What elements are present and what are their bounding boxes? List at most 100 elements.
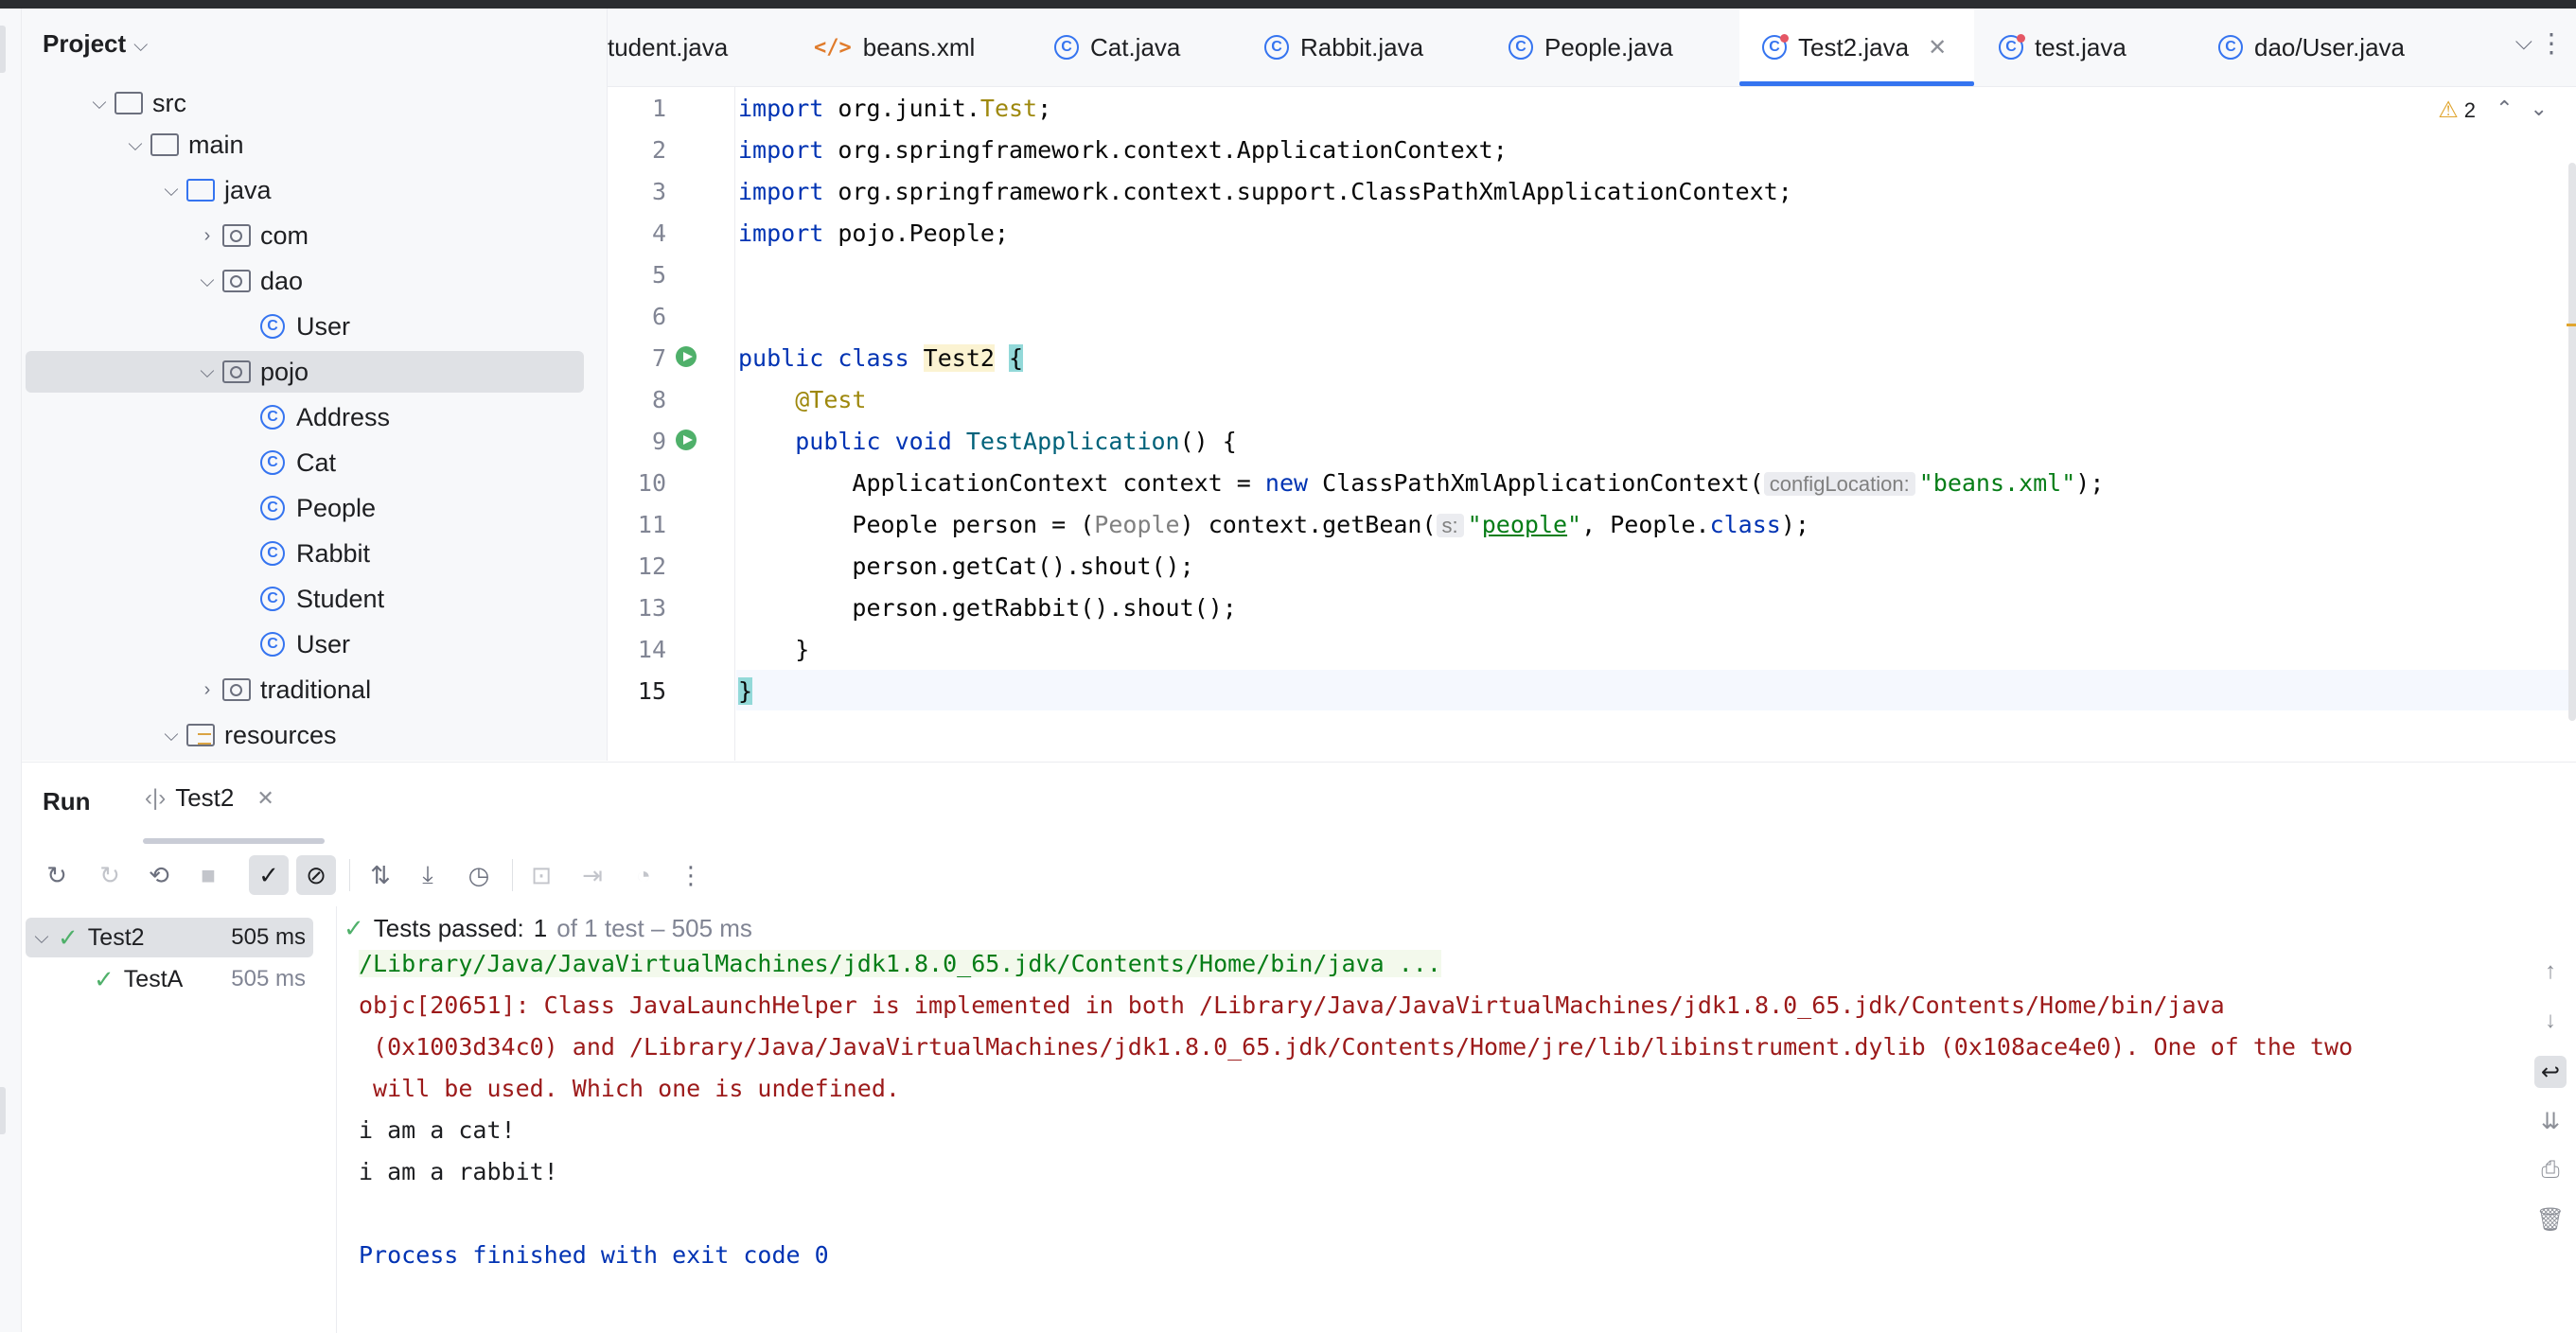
chevron-up-down-icon[interactable]: ⌃⌄ (2496, 96, 2565, 121)
package-icon (221, 358, 253, 386)
chevron-down-icon[interactable]: ⌵ (86, 93, 113, 114)
arrow-up-icon[interactable]: ↑ (2534, 956, 2567, 988)
tree-item-src[interactable]: ⌵ src (44, 82, 593, 124)
chevron-down-icon[interactable]: ⌵ (194, 361, 221, 383)
chevron-down-icon[interactable]: ⌵ (158, 725, 185, 746)
package-icon (221, 267, 253, 295)
stop-icon[interactable]: ■ (188, 855, 228, 895)
soft-wrap-icon[interactable]: ↩ (2534, 1056, 2567, 1088)
project-panel: Project ⌵ ⌵ src ⌵ main ⌵ java › com ⌵ da… (22, 9, 608, 761)
chevron-down-icon[interactable]: ⌵ (122, 134, 149, 156)
show-ignored-icon[interactable]: ⊘ (296, 855, 336, 895)
code-line: person.getRabbit().shout(); (852, 594, 1237, 622)
tool-window-indicator[interactable] (0, 1087, 6, 1134)
chevron-right-icon[interactable]: › (194, 679, 221, 701)
tree-item-main[interactable]: ⌵ main (44, 124, 593, 166)
tree-item-label: Cat (296, 447, 337, 477)
close-icon[interactable]: ✕ (256, 786, 273, 811)
tool-window-indicator[interactable] (0, 26, 6, 73)
tree-item-label: User (296, 629, 351, 658)
tab-cat-java[interactable]: C Cat.java (1054, 9, 1215, 86)
line-number: 9 (651, 428, 666, 455)
status-detail: of 1 test – 505 ms (556, 914, 752, 942)
scroll-to-end-icon[interactable]: ⇊ (2534, 1105, 2567, 1137)
folder-icon (113, 89, 145, 117)
rerun-failed-icon[interactable]: ↻ (90, 855, 130, 895)
chevron-right-icon[interactable]: › (194, 225, 221, 247)
run-test-icon[interactable] (676, 346, 697, 367)
tree-item-resources[interactable]: ⌵ resources (44, 714, 593, 756)
tab-test2-java[interactable]: C Test2.java ✕ (1739, 9, 1974, 86)
tree-item-label: com (260, 220, 309, 250)
tree-item-pojo-user[interactable]: C User (44, 623, 593, 665)
editor-scrollbar[interactable] (2568, 163, 2576, 721)
tab-rabbit-java[interactable]: C Rabbit.java (1264, 9, 1454, 86)
tree-item-pojo[interactable]: ⌵ pojo (26, 351, 584, 393)
show-passed-icon[interactable]: ✓ (249, 855, 289, 895)
tab-label: test.java (2035, 32, 2126, 61)
project-header[interactable]: Project ⌵ (43, 29, 148, 59)
run-test-icon[interactable] (676, 430, 697, 450)
export-icon[interactable]: ⇥ (573, 855, 612, 895)
tree-item-cat[interactable]: C Cat (44, 442, 593, 483)
tree-item-student[interactable]: C Student (44, 578, 593, 620)
code-line: import org.junit.Test; (738, 95, 1052, 122)
class-icon: C (256, 630, 289, 658)
console-line: /Library/Java/JavaVirtualMachines/jdk1.8… (359, 950, 1441, 977)
tab-people-java[interactable]: C People.java (1509, 9, 1698, 86)
tree-item-address[interactable]: C Address (44, 396, 593, 438)
package-icon (221, 221, 253, 250)
test-tree-item-test2[interactable]: ⌵ ✓ Test2 505 ms (26, 918, 313, 957)
sort-icon[interactable]: ⇅ (361, 855, 400, 895)
tree-item-java[interactable]: ⌵ java (44, 169, 593, 211)
print-icon[interactable]: ⎙ (2534, 1154, 2567, 1186)
chevron-down-icon[interactable]: ⌵ (133, 35, 148, 57)
tab-student-java[interactable]: tudent.java (608, 9, 795, 86)
line-number: 11 (637, 511, 666, 538)
chevron-down-icon[interactable]: ⌵ (194, 271, 221, 292)
code-line: public class Test2 { (738, 344, 1024, 372)
tree-item-label: Address (296, 402, 391, 431)
tree-item-people[interactable]: C People (44, 487, 593, 529)
tab-label: tudent.java (608, 32, 729, 61)
trash-icon[interactable]: 🗑 (2534, 1203, 2567, 1236)
more-vertical-icon[interactable]: ⋮ (2538, 27, 2565, 59)
tree-item-com[interactable]: › com (44, 215, 593, 256)
line-number: 7 (651, 344, 666, 372)
test-tree-item-testa[interactable]: ✓ TestA 505 ms (26, 959, 313, 999)
more-vertical-icon[interactable]: ⋮ (671, 855, 711, 895)
warning-marker[interactable] (2567, 324, 2576, 326)
tab-dao-user-java[interactable]: C dao/User.java (2218, 9, 2445, 86)
tree-item-rabbit[interactable]: C Rabbit (44, 533, 593, 574)
run-tab-test2[interactable]: ‹|› Test2 ✕ (145, 783, 274, 813)
import-tests-icon[interactable]: ⤓ (408, 855, 448, 895)
toggle-auto-test-icon[interactable]: ⟲ (139, 855, 179, 895)
chevron-down-icon[interactable]: ⌵ (2515, 29, 2532, 56)
tree-item-label: pojo (260, 357, 309, 386)
rerun-icon[interactable]: ↻ (37, 855, 77, 895)
resources-folder-icon (185, 721, 217, 749)
xml-file-icon: </> (814, 35, 852, 60)
tab-test-java[interactable]: C test.java (1999, 9, 2169, 86)
inspection-widget[interactable]: ⚠ 2 (2438, 96, 2476, 124)
left-tool-strip (0, 9, 22, 1332)
chevron-down-icon[interactable]: ⌵ (26, 927, 58, 949)
tree-item-dao[interactable]: ⌵ dao (44, 260, 593, 302)
coverage-icon[interactable]: ◔ (624, 855, 663, 895)
camera-icon[interactable]: ⊡ (521, 855, 561, 895)
tree-item-dao-user[interactable]: C User (44, 306, 593, 347)
arrow-down-icon[interactable]: ↓ (2534, 1005, 2567, 1037)
line-number: 3 (651, 178, 666, 205)
code-line: import org.springframework.context.suppo… (738, 178, 1792, 205)
history-icon[interactable]: ◷ (459, 855, 499, 895)
console-output[interactable]: /Library/Java/JavaVirtualMachines/jdk1.8… (359, 950, 2516, 1333)
test-name: TestA (123, 965, 184, 992)
code-editor[interactable]: 1 2 3 4 5 6 7 8 9 10 11 12 13 14 15 impo… (608, 87, 2576, 761)
close-icon[interactable]: ✕ (1928, 34, 1947, 61)
tree-item-traditional[interactable]: › traditional (44, 669, 593, 710)
chevron-down-icon[interactable]: ⌵ (158, 180, 185, 202)
code-line: import org.springframework.context.Appli… (738, 136, 1508, 164)
test-class-icon: C (1999, 34, 2025, 60)
tab-beans-xml[interactable]: </> beans.xml (814, 9, 975, 86)
class-icon: C (1264, 35, 1289, 60)
